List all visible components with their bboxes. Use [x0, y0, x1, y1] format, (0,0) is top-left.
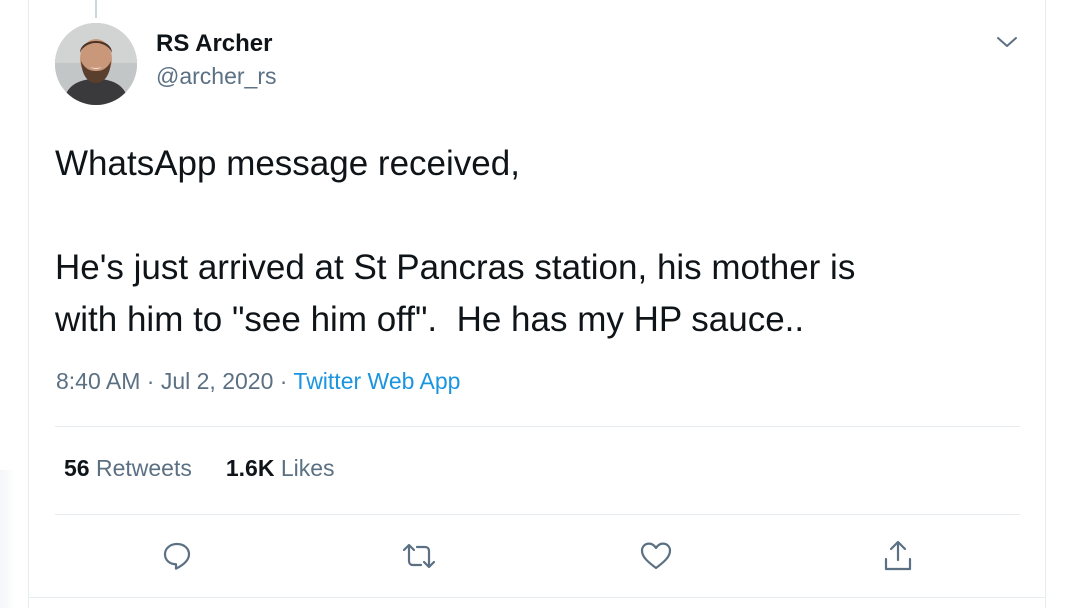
tweet-stats: 56 Retweets 1.6K Likes: [64, 455, 335, 482]
author-handle[interactable]: @archer_rs: [156, 63, 277, 90]
reply-icon: [163, 542, 191, 570]
retweet-icon: [402, 543, 436, 569]
card-border-right: [1045, 0, 1046, 608]
tweet-date[interactable]: Jul 2, 2020: [161, 368, 274, 394]
tweet-time[interactable]: 8:40 AM: [56, 368, 140, 394]
tweet-source-link[interactable]: Twitter Web App: [293, 368, 460, 394]
retweet-button[interactable]: [399, 536, 439, 576]
background-shadow: [0, 470, 16, 608]
divider-bottom: [55, 514, 1020, 515]
tweet-text: WhatsApp message received, He's just arr…: [55, 144, 856, 339]
retweets-count: 56: [64, 455, 90, 481]
card-border-left: [28, 0, 29, 608]
author-display-name[interactable]: RS Archer: [156, 30, 272, 58]
tweet-card: RS Archer @archer_rs WhatsApp message re…: [0, 0, 1066, 608]
thread-connector-line: [95, 0, 97, 18]
heart-icon: [640, 542, 672, 570]
chevron-down-icon[interactable]: [994, 32, 1020, 52]
retweets-stat[interactable]: 56 Retweets: [64, 455, 192, 482]
share-button[interactable]: [878, 536, 918, 576]
likes-stat[interactable]: 1.6K Likes: [226, 455, 335, 482]
likes-count: 1.6K: [225, 455, 275, 481]
likes-label: Likes: [280, 455, 335, 481]
like-button[interactable]: [636, 536, 676, 576]
reply-button[interactable]: [157, 536, 197, 576]
meta-separator: ·: [279, 368, 288, 394]
divider-top: [55, 426, 1020, 427]
avatar[interactable]: [55, 23, 137, 105]
tweet-metadata: 8:40 AM · Jul 2, 2020 · Twitter Web App: [56, 368, 460, 395]
share-icon: [884, 540, 912, 571]
meta-separator: ·: [146, 368, 155, 394]
card-border-bottom: [28, 597, 1046, 598]
retweets-label: Retweets: [95, 455, 192, 481]
